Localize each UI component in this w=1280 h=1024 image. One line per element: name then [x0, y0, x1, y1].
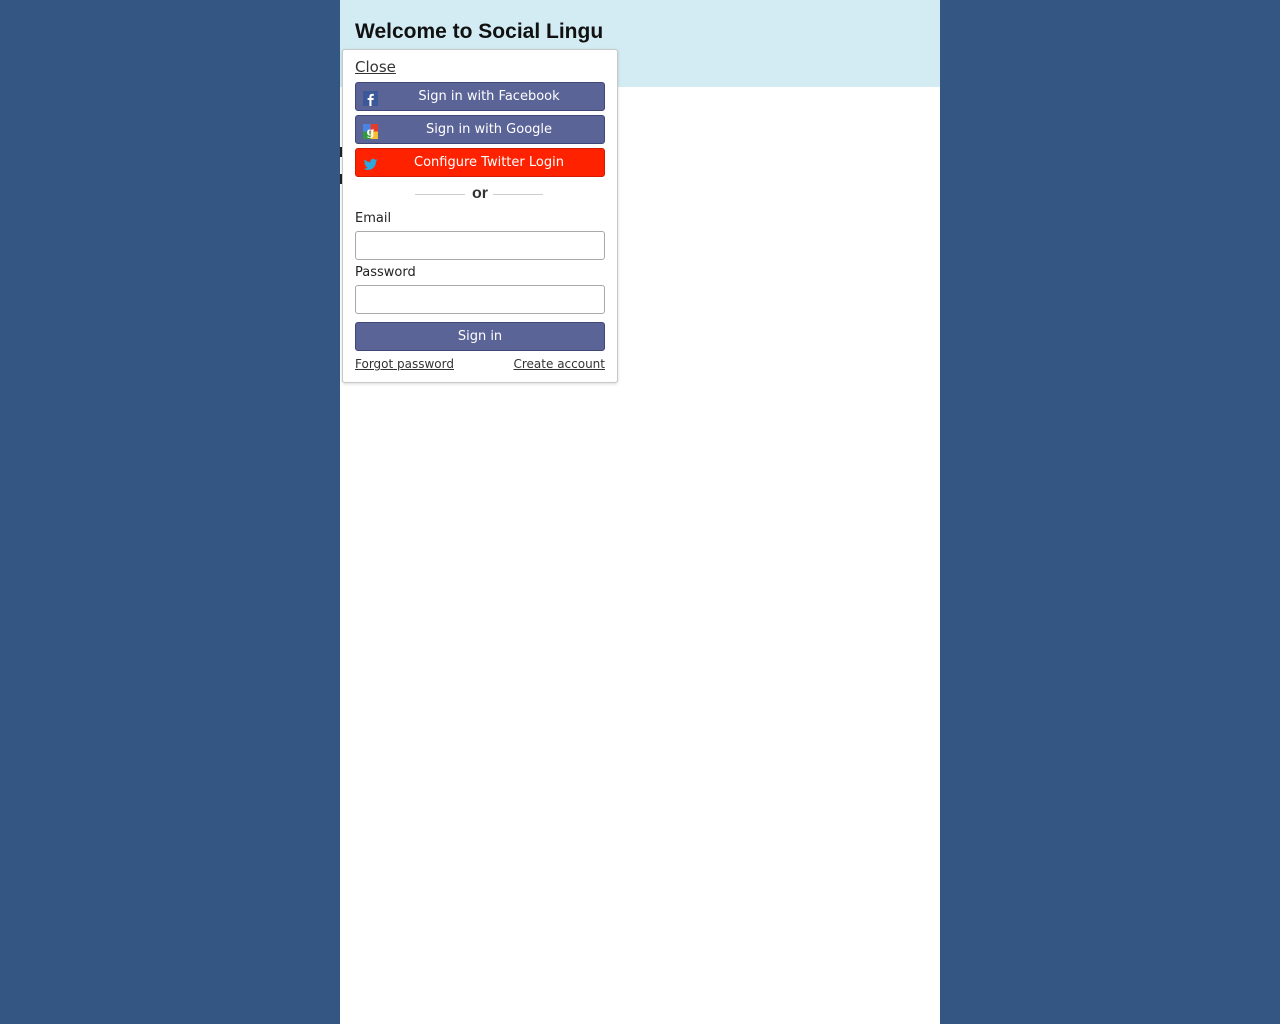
facebook-signin-button[interactable]: Sign in with Facebook	[355, 82, 605, 111]
forgot-password-link[interactable]: Forgot password	[355, 357, 454, 371]
twitter-configure-label: Configure Twitter Login	[414, 155, 564, 170]
twitter-icon	[363, 155, 378, 170]
email-label: Email	[355, 211, 392, 226]
email-field[interactable]	[355, 231, 605, 260]
password-label: Password	[355, 265, 416, 280]
close-link[interactable]: Close	[355, 58, 396, 76]
password-field[interactable]	[355, 285, 605, 314]
svg-text:g: g	[367, 126, 375, 139]
create-account-link[interactable]: Create account	[514, 357, 606, 371]
google-signin-label: Sign in with Google	[425, 122, 553, 137]
sign-in-button[interactable]: Sign in	[355, 322, 605, 351]
sign-in-label: Sign in	[457, 329, 503, 344]
page-title: Welcome to Social Lingu	[355, 20, 604, 43]
divider-or-text: or	[472, 185, 488, 202]
or-divider: or	[355, 184, 605, 204]
facebook-signin-label: Sign in with Facebook	[418, 89, 560, 104]
sign-in-popup: Close Sign in with Facebook g Sign in wi…	[342, 49, 618, 383]
google-signin-button[interactable]: g Sign in with Google	[355, 115, 605, 144]
facebook-icon	[363, 89, 378, 106]
twitter-configure-button[interactable]: Configure Twitter Login	[355, 148, 605, 177]
google-icon: g	[363, 122, 378, 139]
